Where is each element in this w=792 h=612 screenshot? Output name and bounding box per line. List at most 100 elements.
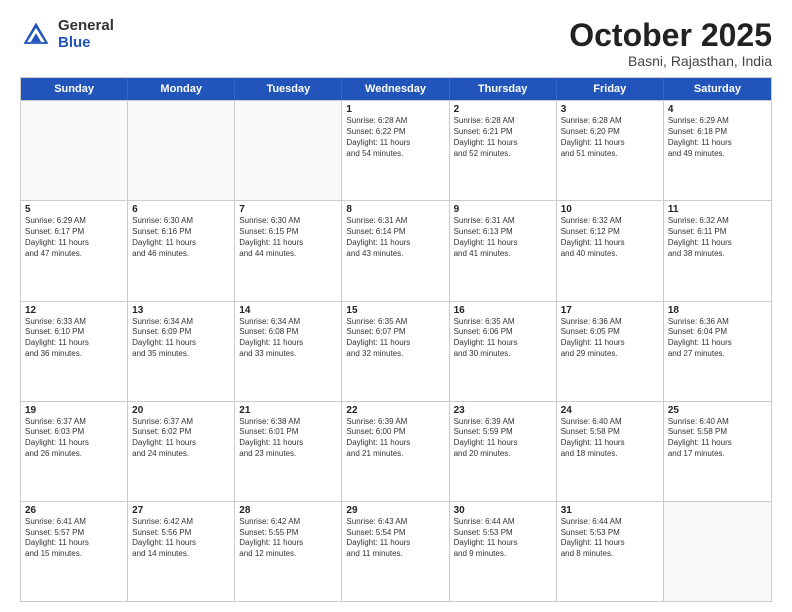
day-number: 28	[239, 505, 337, 516]
day-number: 19	[25, 405, 123, 416]
day-info: Sunrise: 6:34 AM Sunset: 6:08 PM Dayligh…	[239, 317, 337, 360]
calendar-cell: 8Sunrise: 6:31 AM Sunset: 6:14 PM Daylig…	[342, 201, 449, 300]
day-info: Sunrise: 6:28 AM Sunset: 6:22 PM Dayligh…	[346, 116, 444, 159]
calendar-cell: 2Sunrise: 6:28 AM Sunset: 6:21 PM Daylig…	[450, 101, 557, 200]
day-number: 12	[25, 305, 123, 316]
day-info: Sunrise: 6:30 AM Sunset: 6:15 PM Dayligh…	[239, 216, 337, 259]
calendar-cell: 27Sunrise: 6:42 AM Sunset: 5:56 PM Dayli…	[128, 502, 235, 601]
day-info: Sunrise: 6:31 AM Sunset: 6:13 PM Dayligh…	[454, 216, 552, 259]
day-info: Sunrise: 6:29 AM Sunset: 6:17 PM Dayligh…	[25, 216, 123, 259]
day-info: Sunrise: 6:40 AM Sunset: 5:58 PM Dayligh…	[561, 417, 659, 460]
day-info: Sunrise: 6:37 AM Sunset: 6:02 PM Dayligh…	[132, 417, 230, 460]
calendar-header: SundayMondayTuesdayWednesdayThursdayFrid…	[21, 78, 771, 100]
day-number: 13	[132, 305, 230, 316]
calendar-body: 1Sunrise: 6:28 AM Sunset: 6:22 PM Daylig…	[21, 100, 771, 601]
day-info: Sunrise: 6:43 AM Sunset: 5:54 PM Dayligh…	[346, 517, 444, 560]
calendar-cell-empty	[21, 101, 128, 200]
day-number: 26	[25, 505, 123, 516]
calendar-cell: 11Sunrise: 6:32 AM Sunset: 6:11 PM Dayli…	[664, 201, 771, 300]
calendar-cell: 1Sunrise: 6:28 AM Sunset: 6:22 PM Daylig…	[342, 101, 449, 200]
calendar-cell: 10Sunrise: 6:32 AM Sunset: 6:12 PM Dayli…	[557, 201, 664, 300]
day-info: Sunrise: 6:42 AM Sunset: 5:55 PM Dayligh…	[239, 517, 337, 560]
day-info: Sunrise: 6:44 AM Sunset: 5:53 PM Dayligh…	[454, 517, 552, 560]
day-number: 25	[668, 405, 767, 416]
calendar-row: 26Sunrise: 6:41 AM Sunset: 5:57 PM Dayli…	[21, 501, 771, 601]
day-number: 17	[561, 305, 659, 316]
day-number: 30	[454, 505, 552, 516]
calendar-cell: 9Sunrise: 6:31 AM Sunset: 6:13 PM Daylig…	[450, 201, 557, 300]
day-info: Sunrise: 6:28 AM Sunset: 6:20 PM Dayligh…	[561, 116, 659, 159]
day-number: 5	[25, 204, 123, 215]
calendar-cell: 6Sunrise: 6:30 AM Sunset: 6:16 PM Daylig…	[128, 201, 235, 300]
calendar-cell: 14Sunrise: 6:34 AM Sunset: 6:08 PM Dayli…	[235, 302, 342, 401]
day-number: 4	[668, 104, 767, 115]
calendar-cell: 25Sunrise: 6:40 AM Sunset: 5:58 PM Dayli…	[664, 402, 771, 501]
logo: General Blue	[20, 18, 114, 51]
day-info: Sunrise: 6:40 AM Sunset: 5:58 PM Dayligh…	[668, 417, 767, 460]
calendar-cell: 4Sunrise: 6:29 AM Sunset: 6:18 PM Daylig…	[664, 101, 771, 200]
day-number: 10	[561, 204, 659, 215]
day-number: 15	[346, 305, 444, 316]
title-block: October 2025 Basni, Rajasthan, India	[569, 18, 772, 69]
calendar-cell: 22Sunrise: 6:39 AM Sunset: 6:00 PM Dayli…	[342, 402, 449, 501]
day-number: 8	[346, 204, 444, 215]
calendar-cell-empty	[128, 101, 235, 200]
calendar-cell: 19Sunrise: 6:37 AM Sunset: 6:03 PM Dayli…	[21, 402, 128, 501]
day-number: 23	[454, 405, 552, 416]
day-number: 29	[346, 505, 444, 516]
calendar-cell: 31Sunrise: 6:44 AM Sunset: 5:53 PM Dayli…	[557, 502, 664, 601]
day-number: 14	[239, 305, 337, 316]
day-number: 20	[132, 405, 230, 416]
calendar-cell: 21Sunrise: 6:38 AM Sunset: 6:01 PM Dayli…	[235, 402, 342, 501]
calendar-day-header: Friday	[557, 78, 664, 100]
day-info: Sunrise: 6:39 AM Sunset: 6:00 PM Dayligh…	[346, 417, 444, 460]
calendar-cell: 26Sunrise: 6:41 AM Sunset: 5:57 PM Dayli…	[21, 502, 128, 601]
calendar-cell: 15Sunrise: 6:35 AM Sunset: 6:07 PM Dayli…	[342, 302, 449, 401]
day-info: Sunrise: 6:35 AM Sunset: 6:06 PM Dayligh…	[454, 317, 552, 360]
calendar-cell: 16Sunrise: 6:35 AM Sunset: 6:06 PM Dayli…	[450, 302, 557, 401]
day-info: Sunrise: 6:29 AM Sunset: 6:18 PM Dayligh…	[668, 116, 767, 159]
day-info: Sunrise: 6:39 AM Sunset: 5:59 PM Dayligh…	[454, 417, 552, 460]
day-number: 22	[346, 405, 444, 416]
calendar-cell: 7Sunrise: 6:30 AM Sunset: 6:15 PM Daylig…	[235, 201, 342, 300]
calendar-cell: 13Sunrise: 6:34 AM Sunset: 6:09 PM Dayli…	[128, 302, 235, 401]
day-info: Sunrise: 6:28 AM Sunset: 6:21 PM Dayligh…	[454, 116, 552, 159]
day-info: Sunrise: 6:36 AM Sunset: 6:04 PM Dayligh…	[668, 317, 767, 360]
logo-icon	[20, 19, 52, 51]
day-info: Sunrise: 6:33 AM Sunset: 6:10 PM Dayligh…	[25, 317, 123, 360]
calendar-day-header: Thursday	[450, 78, 557, 100]
day-number: 11	[668, 204, 767, 215]
day-info: Sunrise: 6:38 AM Sunset: 6:01 PM Dayligh…	[239, 417, 337, 460]
page: General Blue October 2025 Basni, Rajasth…	[0, 0, 792, 612]
calendar-day-header: Wednesday	[342, 78, 449, 100]
calendar-cell: 18Sunrise: 6:36 AM Sunset: 6:04 PM Dayli…	[664, 302, 771, 401]
header: General Blue October 2025 Basni, Rajasth…	[20, 18, 772, 69]
calendar-cell-empty	[664, 502, 771, 601]
day-number: 21	[239, 405, 337, 416]
calendar-cell: 12Sunrise: 6:33 AM Sunset: 6:10 PM Dayli…	[21, 302, 128, 401]
logo-blue-text: Blue	[58, 35, 114, 52]
calendar-day-header: Saturday	[664, 78, 771, 100]
calendar-row: 19Sunrise: 6:37 AM Sunset: 6:03 PM Dayli…	[21, 401, 771, 501]
logo-general-text: General	[58, 18, 114, 35]
calendar-day-header: Monday	[128, 78, 235, 100]
day-number: 7	[239, 204, 337, 215]
day-number: 31	[561, 505, 659, 516]
day-number: 18	[668, 305, 767, 316]
day-number: 6	[132, 204, 230, 215]
calendar-cell-empty	[235, 101, 342, 200]
calendar-row: 1Sunrise: 6:28 AM Sunset: 6:22 PM Daylig…	[21, 100, 771, 200]
calendar-cell: 29Sunrise: 6:43 AM Sunset: 5:54 PM Dayli…	[342, 502, 449, 601]
day-number: 27	[132, 505, 230, 516]
day-number: 2	[454, 104, 552, 115]
day-info: Sunrise: 6:30 AM Sunset: 6:16 PM Dayligh…	[132, 216, 230, 259]
day-info: Sunrise: 6:35 AM Sunset: 6:07 PM Dayligh…	[346, 317, 444, 360]
calendar-cell: 17Sunrise: 6:36 AM Sunset: 6:05 PM Dayli…	[557, 302, 664, 401]
day-info: Sunrise: 6:31 AM Sunset: 6:14 PM Dayligh…	[346, 216, 444, 259]
month-title: October 2025	[569, 18, 772, 53]
day-number: 3	[561, 104, 659, 115]
calendar-cell: 30Sunrise: 6:44 AM Sunset: 5:53 PM Dayli…	[450, 502, 557, 601]
calendar-cell: 24Sunrise: 6:40 AM Sunset: 5:58 PM Dayli…	[557, 402, 664, 501]
day-info: Sunrise: 6:42 AM Sunset: 5:56 PM Dayligh…	[132, 517, 230, 560]
day-info: Sunrise: 6:36 AM Sunset: 6:05 PM Dayligh…	[561, 317, 659, 360]
